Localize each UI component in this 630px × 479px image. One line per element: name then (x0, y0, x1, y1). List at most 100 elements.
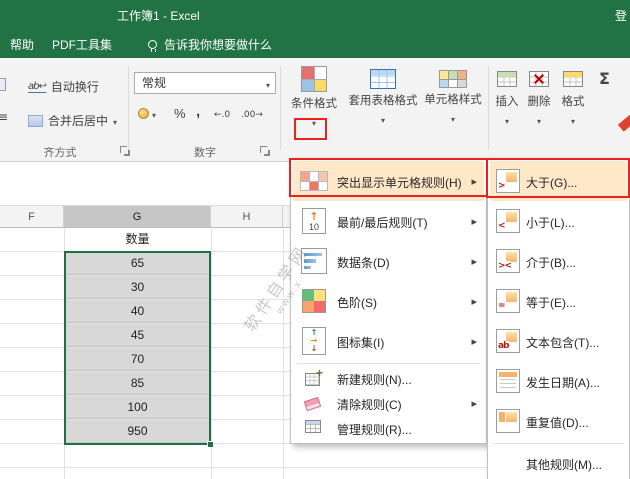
menu-item-icon-sets[interactable]: 图标集(I) (293, 321, 484, 361)
manage-rules-icon (305, 420, 321, 433)
merge-center-button[interactable]: 合并后居中 (28, 112, 117, 129)
menu-item-clear-rules[interactable]: 清除规则(C) (293, 391, 484, 416)
color-scales-icon (299, 286, 329, 316)
column-header-f[interactable]: F (0, 206, 64, 228)
chevron-down-icon (492, 113, 522, 127)
value-cell[interactable]: 45 (66, 324, 209, 347)
value-cell[interactable]: 40 (66, 300, 209, 323)
group-separator (280, 66, 281, 150)
format-cells-button[interactable]: 格式 (556, 64, 590, 156)
tell-me-box[interactable]: 告诉我你想要做什么 (148, 36, 272, 53)
cell-styles-label: 单元格样式 (424, 94, 482, 106)
tab-pdf-tools[interactable]: PDF工具集 (52, 36, 112, 53)
chevron-down-icon[interactable] (284, 115, 344, 129)
increase-decimal-button[interactable]: ←.0 (214, 110, 230, 120)
submenu-arrow-icon (471, 334, 477, 348)
greater-than-icon: > (496, 169, 520, 193)
wrap-text-label: 自动换行 (50, 80, 99, 94)
menu-item-label: 数据条(D) (337, 256, 390, 270)
tab-help[interactable]: 帮助 (10, 36, 34, 53)
value-cell[interactable]: 85 (66, 372, 209, 395)
submenu-item-text-contains[interactable]: ab 文本包含(T)... (490, 321, 627, 361)
menu-item-data-bars[interactable]: 数据条(D) (293, 241, 484, 281)
wrap-text-button[interactable]: 自动换行 (28, 78, 99, 95)
sign-in-button[interactable]: 登 (615, 7, 627, 24)
text-contains-icon: ab (496, 329, 520, 353)
submenu-item-equal-to[interactable]: = 等于(E)... (490, 281, 627, 321)
submenu-item-greater-than[interactable]: > 大于(G)... (490, 161, 627, 201)
menu-item-top-bottom-rules[interactable]: 最前/最后规则(T) (293, 201, 484, 241)
wrap-text-icon (28, 81, 46, 93)
date-occurring-icon (496, 369, 520, 393)
clear-rules-icon (303, 396, 322, 412)
value-cell[interactable]: 30 (66, 276, 209, 299)
delete-cells-icon (529, 71, 549, 87)
column-header-g[interactable]: G (64, 206, 211, 228)
conditional-formatting-label: 条件格式 (291, 98, 337, 110)
conditional-formatting-button[interactable]: 条件格式 (284, 64, 344, 156)
value-cell[interactable]: 70 (66, 348, 209, 371)
group-separator (488, 66, 489, 150)
conditional-formatting-menu: 突出显示单元格规则(H) 最前/最后规则(T) 数据条(D) 色阶(S) 图标集… (290, 158, 487, 444)
submenu-item-less-than[interactable]: < 小于(L)... (490, 201, 627, 241)
chevron-down-icon (152, 106, 156, 121)
submenu-item-duplicate-values[interactable]: 重复值(D)... (490, 401, 627, 441)
cell-styles-button[interactable]: 单元格样式 (422, 64, 484, 156)
header-cell[interactable]: 数量 (65, 228, 210, 251)
value-cell[interactable]: 950 (66, 420, 209, 443)
number-format-combobox[interactable]: 常规 (134, 72, 276, 94)
clipped-border-icon (0, 78, 6, 91)
insert-cells-button[interactable]: 插入 (492, 64, 522, 156)
submenu-item-date-occurring[interactable]: 发生日期(A)... (490, 361, 627, 401)
chevron-down-icon (266, 74, 270, 96)
currency-icon (138, 108, 149, 119)
submenu-item-label: 其他规则(M)... (526, 458, 602, 472)
chevron-down-icon (113, 114, 117, 128)
accounting-format-button[interactable] (138, 106, 156, 121)
delete-label: 删除 (527, 96, 551, 108)
decrease-decimal-button[interactable]: .00→ (241, 110, 263, 120)
group-separator (128, 66, 129, 150)
alignment-dialog-launcher[interactable] (120, 146, 131, 157)
highlight-cells-icon (299, 166, 329, 196)
submenu-arrow-icon (471, 396, 477, 410)
menu-item-label: 清除规则(C) (337, 398, 402, 412)
submenu-arrow-icon (471, 254, 477, 268)
value-cell[interactable]: 65 (66, 252, 209, 275)
menu-item-color-scales[interactable]: 色阶(S) (293, 281, 484, 321)
menu-item-highlight-cells-rules[interactable]: 突出显示单元格规则(H) (293, 161, 484, 201)
submenu-item-between[interactable]: >< 介于(B)... (490, 241, 627, 281)
submenu-item-label: 大于(G)... (526, 176, 578, 190)
format-cells-icon (563, 71, 583, 87)
delete-cells-button[interactable]: 删除 (524, 64, 554, 156)
tell-me-label: 告诉我你想要做什么 (164, 38, 273, 52)
new-rule-icon (305, 366, 323, 386)
menu-item-manage-rules[interactable]: 管理规则(R)... (293, 416, 484, 441)
menu-item-label: 图标集(I) (337, 336, 385, 350)
menu-item-label: 突出显示单元格规则(H) (337, 176, 462, 190)
submenu-item-label: 等于(E)... (526, 296, 576, 310)
menu-item-label: 最前/最后规则(T) (337, 216, 428, 230)
menu-item-new-rule[interactable]: 新建规则(N)... (293, 366, 484, 391)
highlight-cells-submenu: > 大于(G)... < 小于(L)... >< 介于(B)... = 等于(E… (487, 158, 630, 479)
menu-separator (297, 363, 480, 364)
format-as-table-button[interactable]: 套用表格格式 (346, 64, 420, 156)
percent-style-button[interactable]: % (174, 106, 186, 121)
icon-sets-icon (299, 326, 329, 356)
format-label: 格式 (561, 96, 585, 108)
align-text-icon (0, 110, 8, 124)
column-header-h[interactable]: H (211, 206, 283, 228)
fill-handle[interactable] (207, 441, 214, 448)
menu-item-label: 色阶(S) (337, 296, 377, 310)
comma-style-button[interactable]: , (196, 103, 200, 120)
clipped-red-brush-icon (617, 109, 630, 132)
submenu-arrow-icon (471, 214, 477, 228)
number-dialog-launcher[interactable] (260, 146, 271, 157)
submenu-item-label: 发生日期(A)... (526, 376, 600, 390)
submenu-arrow-icon (471, 174, 477, 188)
submenu-item-more-rules[interactable]: 其他规则(M)... (490, 446, 627, 479)
window-title: 工作簿1 - Excel (117, 9, 200, 23)
excel-window: 工作簿1 - Excel 登 帮助 PDF工具集 告诉我你想要做什么 自动换行 … (0, 0, 630, 479)
autosum-button[interactable]: Σ (599, 69, 610, 88)
value-cell[interactable]: 100 (66, 396, 209, 419)
